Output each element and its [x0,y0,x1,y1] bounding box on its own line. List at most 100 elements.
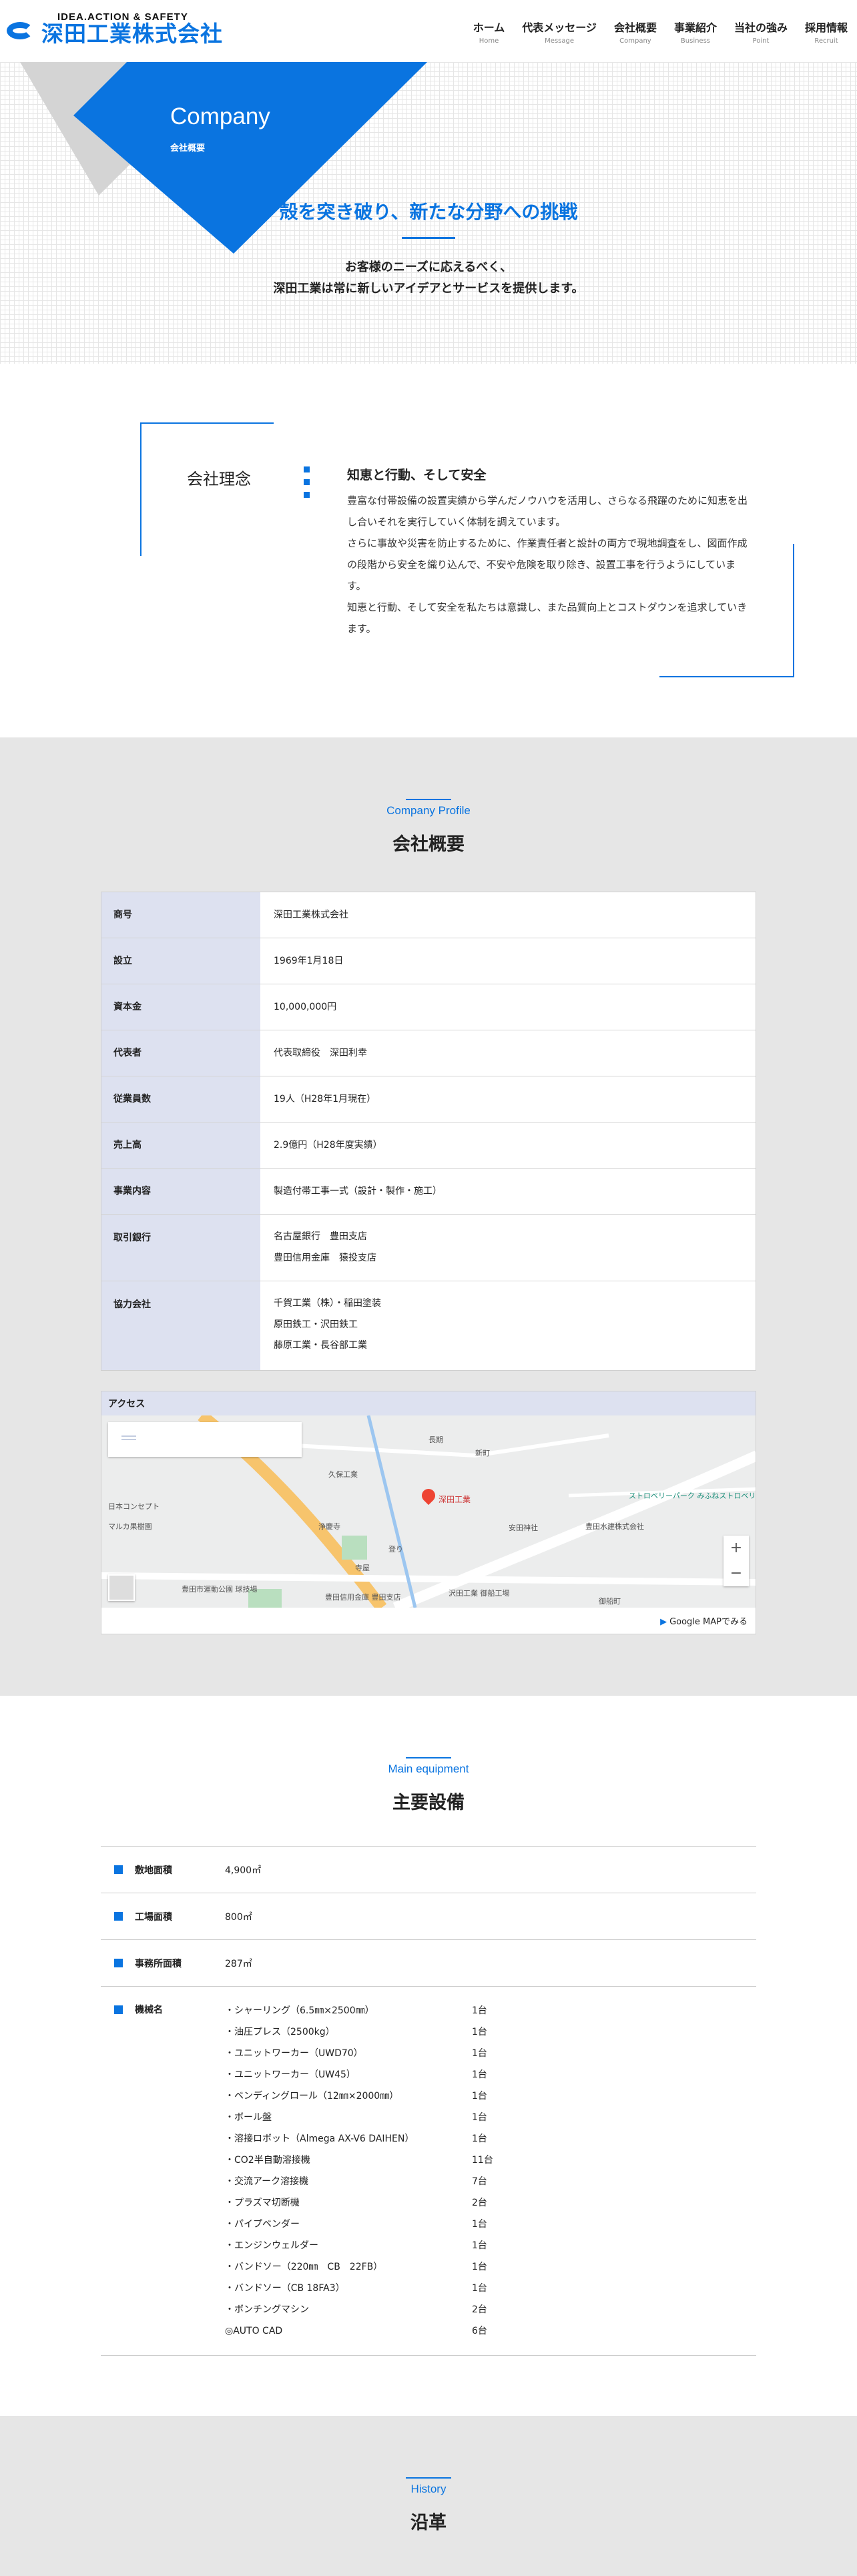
equipment-table: 敷地面積 4,900㎡ 工場面積 800㎡ 事務所面積 287㎡ 機械名 ・シャ… [101,1846,756,2356]
list-item: ・バンドソー（220㎜ CB 22FB） 1台 [225,2256,499,2278]
machine-quantity: 1台 [472,2069,487,2080]
list-item: ・溶接ロボット（Almega AX-V6 DAIHEN） 1台 [225,2128,499,2150]
map-search-box[interactable] [108,1422,302,1457]
table-row: 敷地面積 4,900㎡ [101,1847,756,1893]
table-row: 事業内容 製造付帯工事一式（設計・製作・施工） [101,1169,756,1215]
nav-item-home[interactable]: ホーム Home [473,19,505,45]
nav-item-business[interactable]: 事業紹介 Business [674,19,717,45]
table-row: 工場面積 800㎡ [101,1893,756,1940]
table-row: 売上高 2.9億円（H28年度実績） [101,1122,756,1169]
access-title: アクセス [101,1391,756,1415]
section-title: 沿革 [410,2513,447,2533]
hero-title-ja: 会社概要 [170,143,206,153]
machine-quantity: 2台 [472,2304,487,2315]
list-item: ・エンジンウェルダー 1台 [225,2235,499,2256]
table-row: 商号 深田工業株式会社 [101,892,756,938]
list-item: ・ベンディングロール（12㎜×2000㎜） 1台 [225,2085,499,2107]
company-profile-table: 商号 深田工業株式会社 設立 1969年1月18日 資本金 10,000,000円 代… [101,892,756,1371]
list-item: ・ユニットワーカー（UW45） 1台 [225,2064,499,2085]
zoom-in-button[interactable]: + [724,1536,749,1561]
google-map-link[interactable]: ▶ Google MAPでみる [101,1608,756,1634]
table-row: 事務所面積 287㎡ [101,1940,756,1987]
square-bullet-icon [114,1865,123,1874]
list-item: ◎AUTO CAD 6台 [225,2320,499,2342]
logo-mark-icon [7,18,36,47]
square-bullet-icon [114,2005,123,2014]
list-item: ・ボール盤 1台 [225,2107,499,2128]
philosophy-section: 会社理念 知恵と行動、そして安全 豊富な付帯設備の設置実績から学んだノウハウを活… [0,364,857,737]
machine-quantity: 1台 [472,2048,487,2059]
zoom-out-button[interactable]: − [724,1561,749,1586]
history-section: History 沿革 [0,2416,857,2576]
machine-quantity: 1台 [472,2240,487,2251]
table-row: 代表者 代表取締役 深田利幸 [101,1030,756,1076]
table-row: 従業員数 19人（H28年1月現在） [101,1076,756,1122]
list-item: ・プラズマ切断機 2台 [225,2192,499,2214]
list-item: ・バンドソー（CB 18FA3） 1台 [225,2278,499,2299]
site-header: IDEA.ACTION & SAFETY 深田工業株式会社 ホーム Home 代表… [0,0,857,62]
list-item: ・シャーリング（6.5㎜×2500㎜） 1台 [225,2000,499,2021]
hero-title-en: Company [170,103,270,129]
nav-item-message[interactable]: 代表メッセージ Message [522,19,597,45]
site-logo[interactable]: IDEA.ACTION & SAFETY 深田工業株式会社 [7,10,223,47]
machine-quantity: 1台 [472,2112,487,2123]
machine-name: ・ボンチングマシン [225,2304,309,2315]
list-item: ・ボンチングマシン 2台 [225,2299,499,2320]
section-title: 会社概要 [392,834,465,855]
machine-name: ・バンドソー（CB 18FA3） [225,2283,345,2294]
machine-quantity: 1台 [472,2027,487,2037]
machine-name: ◎AUTO CAD [225,2326,283,2336]
machine-name: ・溶接ロボット（Almega AX-V6 DAIHEN） [225,2134,414,2144]
google-map[interactable]: 深田工業 久保工業 日本コンセプト マルカ果樹園 浄慶寺 豊田市運動公園 球技場… [101,1415,756,1608]
section-title: 主要設備 [392,1793,465,1813]
machine-name: ・ユニットワーカー（UWD70） [225,2048,363,2059]
philosophy-body: 豊富な付帯設備の設置実績から学んだノウハウを活用し、さらなる飛躍のために知恵を出… [347,495,748,635]
list-item: ・交流アーク溶接機 7台 [225,2171,499,2192]
nav-item-company[interactable]: 会社概要 Company [614,19,657,45]
map-zoom-control: + − [724,1536,749,1586]
map-pin-label: 深田工業 [439,1495,471,1504]
machine-name: ・ユニットワーカー（UW45） [225,2069,356,2080]
machine-quantity: 1台 [472,2219,487,2230]
equipment-section: Main equipment 主要設備 敷地面積 4,900㎡ 工場面積 800… [0,1696,857,2416]
machine-quantity: 7台 [472,2176,487,2187]
square-bullet-icon [114,1959,123,1967]
machine-name: ・油圧プレス（2500kg） [225,2027,335,2037]
philosophy-heading: 知恵と行動、そして安全 [347,468,487,482]
company-profile-section: Company Profile 会社概要 商号 深田工業株式会社 設立 1969年1… [0,737,857,1696]
machine-quantity: 6台 [472,2326,487,2336]
machine-list: ・シャーリング（6.5㎜×2500㎜） 1台 ・油圧プレス（2500kg） 1台 ・ユニ… [225,2000,499,2342]
dot-divider-icon [304,466,310,505]
triangle-right-icon: ▶ [660,1617,667,1627]
table-row: 取引銀行 名古屋銀行 豊田支店 豊田信用金庫 猿投支店 [101,1215,756,1281]
machine-name: ・シャーリング（6.5㎜×2500㎜） [225,2005,374,2016]
machine-quantity: 1台 [472,2262,487,2272]
list-item: ・油圧プレス（2500kg） 1台 [225,2021,499,2043]
hero-divider [402,237,455,239]
machine-name: ・エンジンウェルダー [225,2240,318,2251]
table-row: 機械名 ・シャーリング（6.5㎜×2500㎜） 1台 ・油圧プレス（2500kg） 1… [101,1987,756,2356]
machine-name: ・ボール盤 [225,2112,272,2123]
logo-company-name: 深田工業株式会社 [41,21,223,47]
machine-name: ・ベンディングロール（12㎜×2000㎜） [225,2091,399,2102]
global-nav: ホーム Home 代表メッセージ Message 会社概要 Company 事業紹介 B… [473,19,848,45]
philosophy-title: 会社理念 [187,470,251,489]
machine-name: ・交流アーク溶接機 [225,2176,309,2187]
section-label-en: Company Profile [386,804,471,817]
access-panel: アクセス 深田工業 久保工業 日本コンセプト マルカ果樹園 浄慶寺 豊田市運動公… [101,1391,756,1634]
hero-catchphrase: 殻を突き破り、新たな分野への挑戦 [279,201,578,223]
hero-description: お客様のニーズに応えるべく、 深田工業は常に新しいアイデアとサービスを提供します… [273,260,584,296]
table-row: 設立 1969年1月18日 [101,938,756,984]
machine-name: ・バンドソー（220㎜ CB 22FB） [225,2262,383,2272]
map-layer-toggle[interactable] [108,1574,135,1601]
square-bullet-icon [114,1912,123,1921]
table-row: 資本金 10,000,000円 [101,984,756,1030]
table-row: 協力会社 千賀工業（株）・稲田塗装 原田鉄工・沢田鉄工 藤原工業・長谷部工業 [101,1281,756,1370]
machine-name: ・パイプベンダー [225,2219,300,2230]
nav-item-point[interactable]: 当社の強み Point [734,19,788,45]
machine-name: ・CO2半自動溶接機 [225,2155,310,2166]
nav-item-recruit[interactable]: 採用情報 Recruit [805,19,848,45]
machine-quantity: 1台 [472,2005,487,2016]
machine-quantity: 1台 [472,2134,487,2144]
list-item: ・ユニットワーカー（UWD70） 1台 [225,2043,499,2064]
